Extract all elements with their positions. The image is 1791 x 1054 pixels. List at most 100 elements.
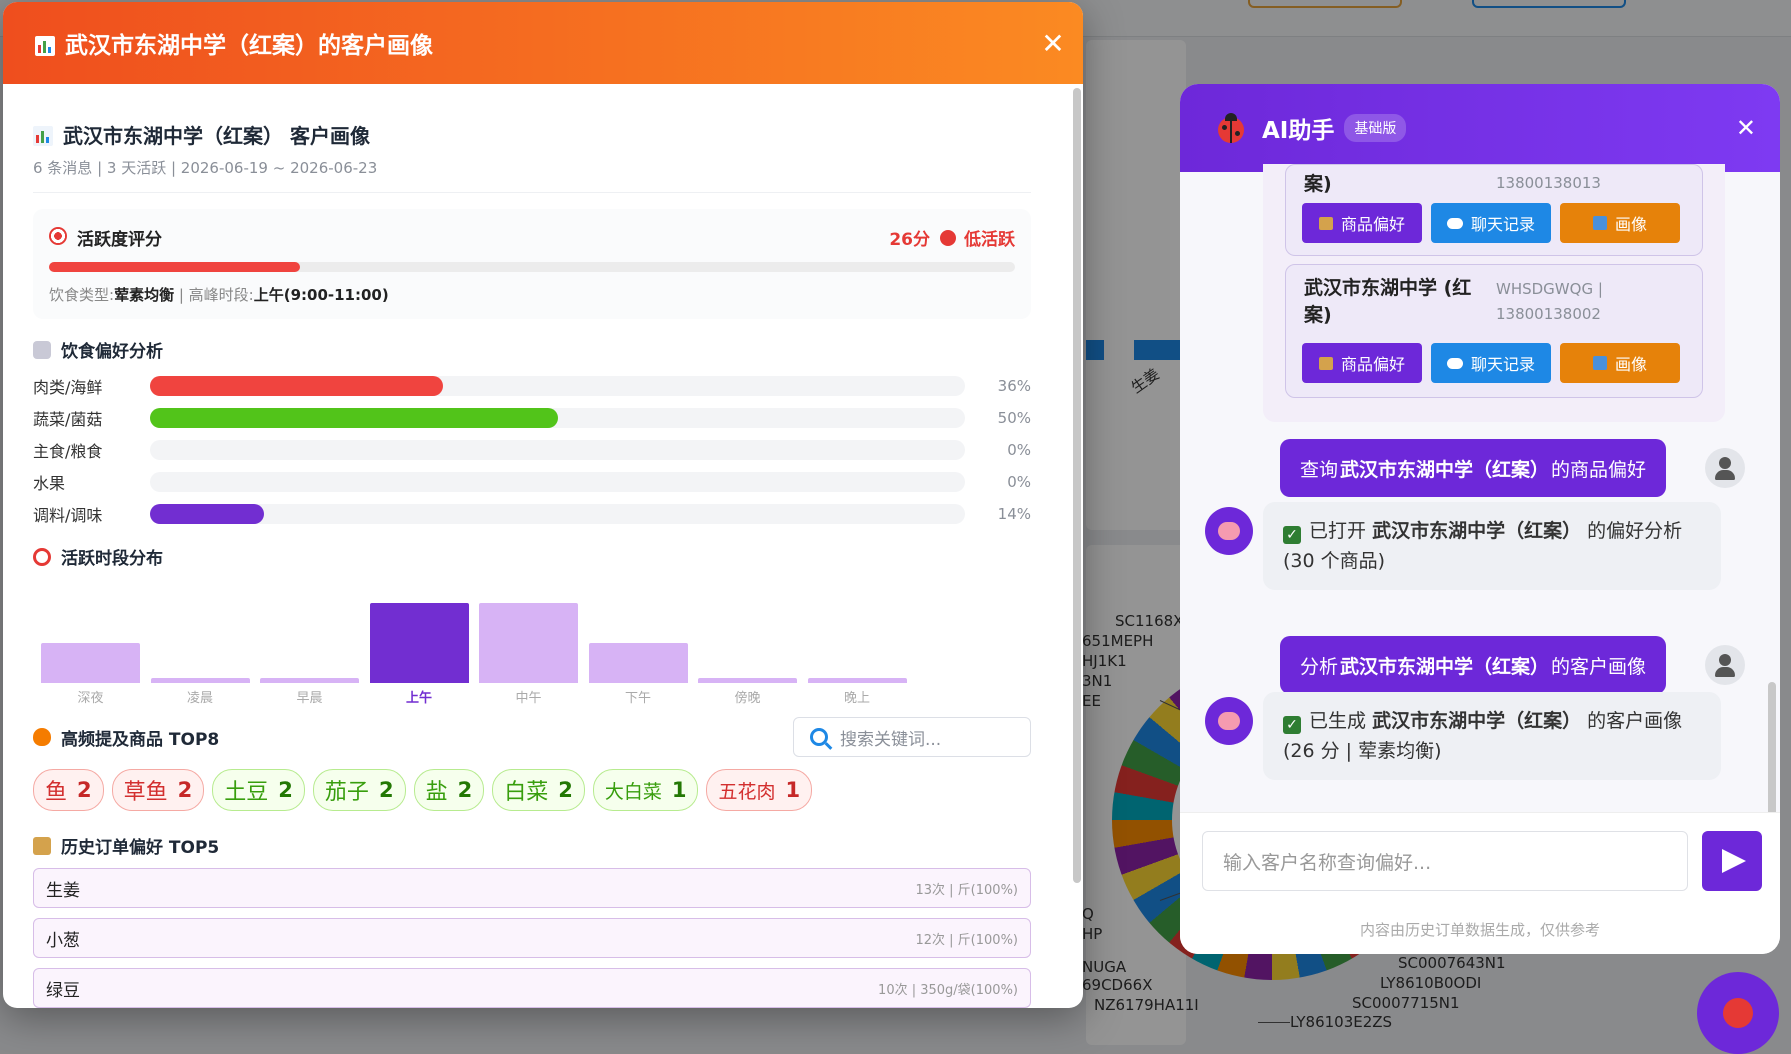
- order-pref-item[interactable]: 生姜 13次 | 斤(100%): [33, 868, 1031, 908]
- send-button[interactable]: [1702, 831, 1762, 891]
- chat-history-button-label: 聊天记录: [1470, 215, 1535, 234]
- order-item-name: 生姜: [46, 880, 80, 901]
- product-tag[interactable]: 茄子 2: [312, 769, 406, 811]
- diet-pref-track: [150, 408, 965, 428]
- time-dist-title-text: 活跃时段分布: [61, 549, 163, 569]
- customer-result-list: 案) 13800138013 商品偏好 聊天记录 画像 武汉市东湖中学 (红 案)…: [1263, 164, 1725, 422]
- product-pref-button[interactable]: 商品偏好: [1302, 343, 1422, 383]
- user-message: 查询 武汉市东湖中学（红案） 的商品偏好: [1280, 439, 1667, 497]
- modal-body[interactable]: 武汉市东湖中学（红案） 客户画像 6 条消息 | 3 天活跃 | 2026-06…: [3, 84, 1071, 1008]
- product-tag[interactable]: 大白菜 1: [592, 769, 699, 811]
- diet-pref-row: 主食/粮食 0%: [33, 434, 1031, 466]
- chat-history-button-label: 聊天记录: [1470, 355, 1535, 374]
- portrait-heading-text: 武汉市东湖中学（红案） 客户画像: [63, 124, 370, 148]
- search-icon: [810, 728, 828, 746]
- order-pref-title-text: 历史订单偏好 TOP5: [61, 838, 220, 858]
- diet-pref-label: 主食/粮食: [33, 442, 103, 461]
- product-tag[interactable]: 草鱼 2: [111, 769, 205, 811]
- bar-chart-icon: [35, 36, 55, 56]
- order-pref-list: 生姜 13次 | 斤(100%) 小葱 12次 | 斤(100%) 绿豆 10次 | 35…: [33, 868, 1031, 1008]
- top-products-title: 高频提及商品 TOP8: [33, 725, 219, 750]
- message-text: 的偏好分析: [1587, 520, 1683, 542]
- modal-title-text: 武汉市东湖中学（红案）的客户画像: [65, 33, 433, 59]
- product-pref-button-label: 商品偏好: [1340, 215, 1405, 234]
- alarm-clock-icon: [33, 547, 51, 566]
- chat-history-button[interactable]: 聊天记录: [1431, 203, 1551, 243]
- ai-input-area: 输入客户名称查询偏好... 内容由历史订单数据生成，仅供参考: [1180, 812, 1780, 954]
- product-pref-button[interactable]: 商品偏好: [1302, 203, 1422, 243]
- diet-pref-percent: 0%: [1007, 473, 1031, 491]
- close-icon[interactable]: ✕: [1736, 114, 1756, 142]
- bar-chart-icon: [33, 126, 53, 146]
- diet-pref-list: 肉类/海鲜 36% 蔬菜/菌菇 50% 主食/粮食 0% 水果 0% 调料/调味 14%: [33, 370, 1031, 530]
- product-tag[interactable]: 白菜 2: [492, 769, 585, 811]
- peak-time-value: 上午(9:00-11:00): [253, 286, 389, 304]
- bar-chart-icon: [1592, 356, 1607, 370]
- diet-pref-row: 调料/调味 14%: [33, 498, 1031, 530]
- customer-card: 武汉市东湖中学 (红 案) WHSDGWQG | 13800138002 商品偏好 …: [1285, 264, 1703, 398]
- modal-scrollbar[interactable]: [1073, 88, 1081, 883]
- peak-time-label: 高峰时段:: [188, 286, 254, 304]
- keyword-search-input[interactable]: 搜索关键词...: [793, 717, 1031, 757]
- product-tag-name: 茄子: [324, 780, 369, 805]
- product-tag[interactable]: 盐2: [413, 769, 485, 811]
- order-pref-item[interactable]: 绿豆 10次 | 350g/袋(100%): [33, 968, 1031, 1008]
- diet-pref-percent: 50%: [997, 409, 1031, 427]
- message-text: (30 个商品): [1283, 550, 1386, 572]
- product-tag[interactable]: 五花肉 1: [706, 769, 813, 811]
- time-dist-bar: [479, 603, 578, 683]
- product-tag-name: 白菜: [504, 780, 549, 805]
- plate-icon: [33, 340, 51, 359]
- time-dist-label: 下午: [624, 691, 651, 706]
- chat-history-button[interactable]: 聊天记录: [1431, 343, 1551, 383]
- diet-pref-title: 饮食偏好分析: [33, 337, 1031, 362]
- bar-chart-icon: [1592, 216, 1607, 230]
- bot-avatar: [1205, 507, 1253, 555]
- product-tag-name: 土豆: [224, 780, 269, 805]
- product-tag-count: 2: [278, 778, 293, 802]
- time-dist-label: 上午: [405, 691, 432, 706]
- customer-code-line: WHSDGWQG |: [1496, 280, 1603, 298]
- portrait-button[interactable]: 画像: [1560, 343, 1680, 383]
- time-dist-label: 晚上: [843, 691, 870, 706]
- speech-bubble-icon: [1446, 217, 1463, 229]
- bot-avatar: [1205, 697, 1253, 745]
- customer-query-input[interactable]: 输入客户名称查询偏好...: [1202, 831, 1688, 891]
- time-dist-label: 傍晚: [734, 691, 761, 706]
- customer-name-line: 案): [1304, 304, 1332, 326]
- time-dist-bar: [588, 643, 688, 683]
- product-tag[interactable]: 鱼2: [33, 769, 104, 811]
- bot-message: ✓ 已打开 武汉市东湖中学（红案） 的偏好分析 (30 个商品): [1263, 502, 1721, 590]
- product-tag[interactable]: 土豆 2: [212, 769, 305, 811]
- ai-assistant-fab-button[interactable]: [1697, 972, 1779, 1054]
- product-tag-name: 大白菜: [604, 780, 662, 803]
- message-text: 分析: [1300, 655, 1339, 678]
- diet-pref-label: 肉类/海鲜: [33, 378, 103, 397]
- portrait-button[interactable]: 画像: [1560, 203, 1680, 243]
- order-pref-item[interactable]: 小葱 12次 | 斤(100%): [33, 918, 1031, 958]
- top-products-tags: 鱼 2 草鱼 2 土豆 2 茄子 2 盐 2 白菜 2 大白菜 1 五花肉 1: [33, 769, 1031, 811]
- status-dot-icon: [940, 229, 956, 246]
- ai-chat-body[interactable]: 案) 13800138013 商品偏好 聊天记录 画像 武汉市东湖中学 (红 案)…: [1180, 164, 1780, 954]
- time-dist-label: 中午: [515, 691, 542, 706]
- diet-pref-fill: [150, 376, 444, 396]
- user-avatar: [1705, 645, 1745, 685]
- product-tag-count: 1: [671, 778, 687, 802]
- product-tag-count: 2: [457, 778, 473, 802]
- diet-pref-track: [150, 376, 965, 396]
- bot-message: ✓ 已生成 武汉市东湖中学（红案） 的客户画像 (26 分 | 荤素均衡): [1263, 692, 1721, 780]
- close-icon[interactable]: ✕: [1023, 27, 1083, 60]
- product-tag-name: 草鱼: [123, 780, 168, 805]
- customer-name: 案): [1304, 173, 1332, 195]
- message-text: 已生成: [1309, 710, 1367, 732]
- diet-pref-row: 肉类/海鲜 36%: [33, 370, 1031, 402]
- customer-name-line: 武汉市东湖中学 (红: [1304, 277, 1472, 299]
- message-customer-name: 武汉市东湖中学（红案）: [1372, 710, 1582, 732]
- message-text: 查询: [1300, 458, 1339, 481]
- time-dist-label: 凌晨: [186, 691, 213, 706]
- product-tag-count: 2: [558, 778, 573, 802]
- message-text: (26 分 | 荤素均衡): [1283, 740, 1442, 762]
- diet-pref-percent: 36%: [997, 377, 1031, 395]
- package-icon: [1318, 216, 1333, 230]
- order-item-meta: 10次 | 350g/袋(100%): [878, 982, 1018, 998]
